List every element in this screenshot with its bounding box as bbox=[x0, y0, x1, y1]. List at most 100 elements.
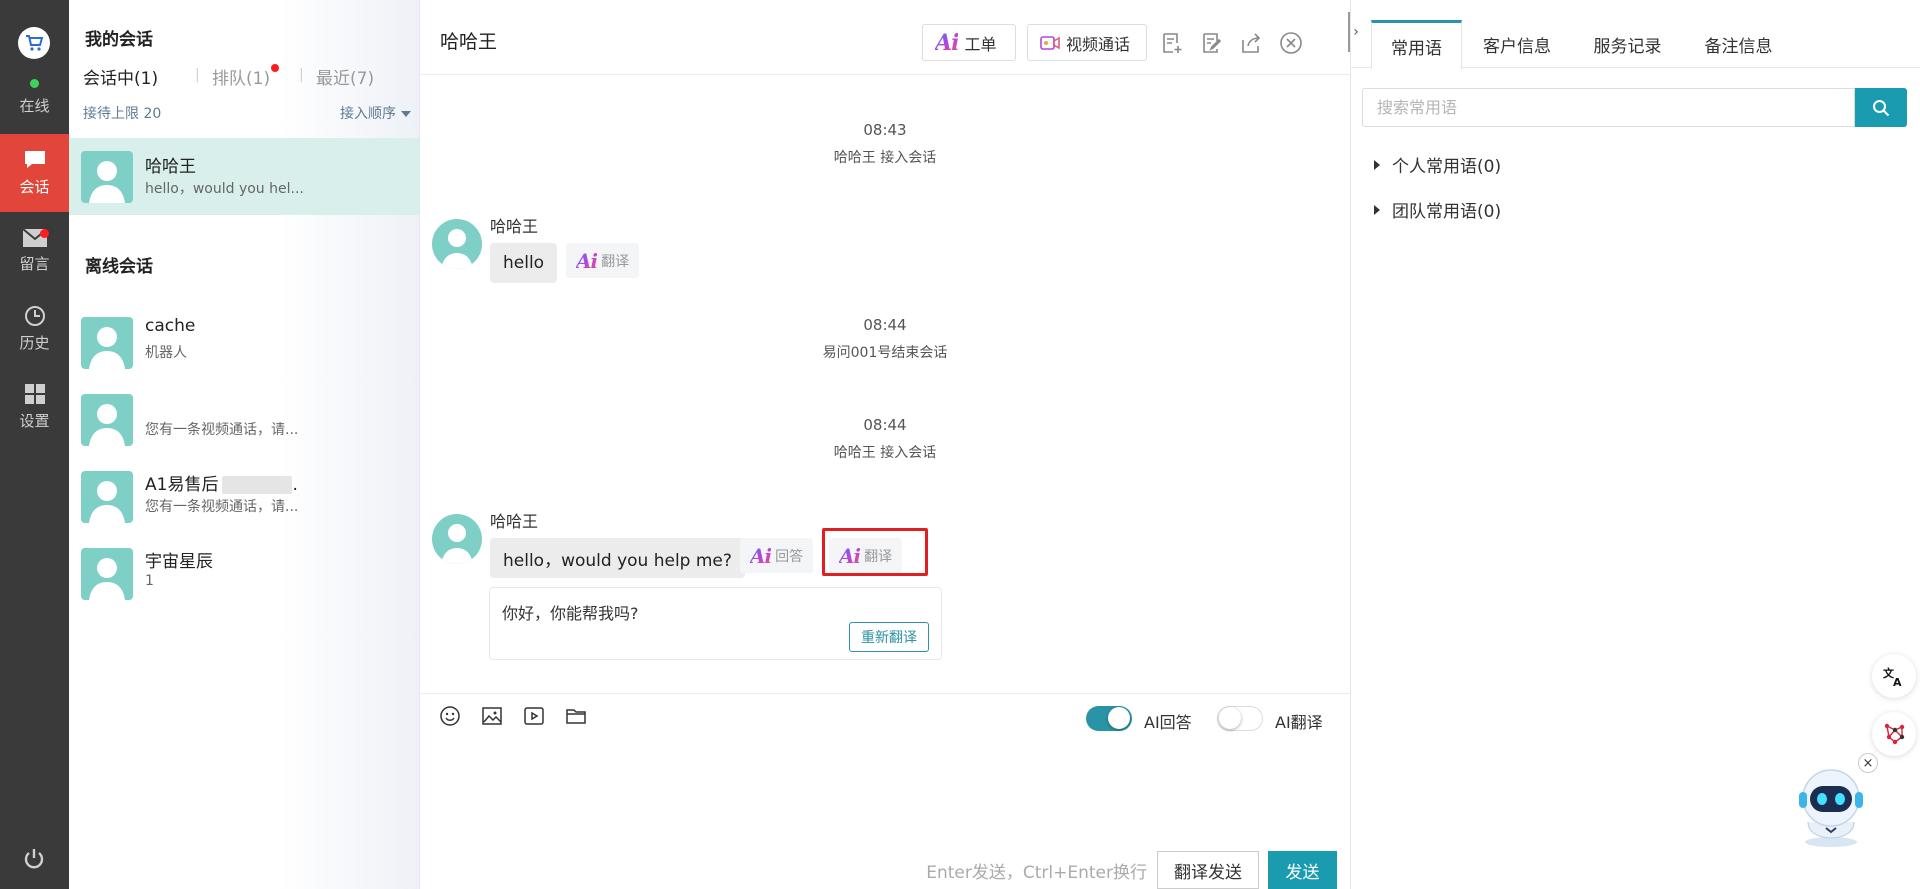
retranslate-button[interactable]: 重新翻译 bbox=[849, 622, 929, 652]
conversation-item-selected[interactable]: 哈哈王 hello，would you hel... bbox=[69, 138, 420, 215]
reception-limit-row: 接待上限 20 接入顺序 bbox=[83, 103, 411, 123]
app-window: 在线 会话 留言 历史 设置 我的会话 会话中(1) | 排队(1) | 最近(… bbox=[0, 0, 1920, 889]
highlight-annotation-box bbox=[822, 528, 928, 576]
system-message: 哈哈王 接入会话 bbox=[833, 445, 937, 461]
conversation-name-suffix: . bbox=[292, 475, 298, 495]
system-message: 哈哈王 接入会话 bbox=[833, 150, 937, 166]
network-float-icon[interactable] bbox=[1872, 712, 1916, 756]
message-bubble: hello bbox=[490, 243, 558, 283]
message-input[interactable] bbox=[436, 745, 1336, 835]
tree-item-personal-phrases[interactable]: 个人常用语(0) bbox=[1374, 152, 1501, 177]
customer-avatar bbox=[432, 514, 482, 564]
online-status-dot bbox=[30, 79, 39, 88]
tab-remarks[interactable]: 备注信息 bbox=[1683, 20, 1794, 68]
send-hint: Enter发送，Ctrl+Enter换行 bbox=[926, 863, 1147, 883]
offline-conversation-item[interactable]: 宇宙星辰 1 bbox=[69, 535, 420, 612]
conversation-preview: 您有一条视频通话，请... bbox=[145, 422, 299, 438]
translate-float-icon[interactable]: 文A bbox=[1872, 654, 1916, 698]
ai-translate-toggle[interactable] bbox=[1217, 706, 1263, 731]
close-robot-icon[interactable]: × bbox=[1858, 753, 1878, 773]
nav-item-label: 会话 bbox=[19, 178, 50, 196]
tab-service-records[interactable]: 服务记录 bbox=[1572, 20, 1683, 68]
nav-item-message[interactable]: 留言 bbox=[0, 212, 69, 290]
message-sender: 哈哈王 bbox=[490, 512, 539, 531]
translation-text: 你好，你能帮我吗? bbox=[502, 604, 639, 623]
emoji-icon[interactable] bbox=[438, 704, 462, 728]
shop-cart-logo-icon[interactable] bbox=[18, 27, 50, 59]
tab-customer-info[interactable]: 客户信息 bbox=[1462, 20, 1572, 68]
ai-ticket-label: 工单 bbox=[964, 34, 997, 54]
close-session-icon[interactable] bbox=[1278, 30, 1304, 56]
translation-result-box: 你好，你能帮我吗? 重新翻译 bbox=[489, 587, 942, 660]
conversation-name: 哈哈王 bbox=[145, 157, 196, 177]
offline-conversation-item[interactable]: 您有一条视频通话，请... bbox=[69, 381, 420, 458]
svg-text:A: A bbox=[1893, 676, 1902, 688]
user-avatar bbox=[81, 471, 133, 523]
offline-conversation-item[interactable]: A1易售后. 您有一条视频通话，请... bbox=[69, 458, 420, 535]
grid-icon bbox=[24, 384, 45, 404]
search-icon bbox=[1873, 99, 1890, 116]
conversation-preview: 您有一条视频通话，请... bbox=[145, 499, 299, 515]
sort-order-dropdown[interactable]: 接入顺序 bbox=[340, 103, 411, 123]
message-bubble: hello，would you help me? bbox=[490, 538, 745, 578]
online-status-label[interactable]: 在线 bbox=[0, 95, 69, 116]
video-call-button[interactable]: 视频通话 bbox=[1027, 24, 1147, 61]
image-icon[interactable] bbox=[480, 704, 504, 728]
edit-note-icon[interactable] bbox=[1199, 30, 1225, 56]
right-panel: › 常用语 客户信息 服务记录 备注信息 个人常用语(0) 团队常用语(0) bbox=[1348, 0, 1920, 889]
tree-item-team-phrases[interactable]: 团队常用语(0) bbox=[1374, 197, 1501, 222]
tab-recent[interactable]: 最近(7) bbox=[316, 64, 374, 89]
expand-triangle-icon bbox=[1374, 204, 1380, 215]
nav-item-label: 设置 bbox=[19, 412, 50, 430]
translate-send-button[interactable]: 翻译发送 bbox=[1157, 851, 1259, 889]
phrase-search-input[interactable] bbox=[1362, 88, 1855, 127]
conversation-name: cache bbox=[145, 316, 196, 336]
ai-ticket-button[interactable]: Ai 工单 bbox=[922, 24, 1016, 61]
ai-logo-icon: Ai bbox=[576, 248, 598, 273]
tab-queue[interactable]: 排队(1) bbox=[212, 64, 270, 89]
message-sender: 哈哈王 bbox=[490, 217, 539, 236]
ai-logo-icon: Ai bbox=[750, 543, 772, 568]
video-camera-icon bbox=[1040, 35, 1060, 50]
search-button[interactable] bbox=[1855, 88, 1907, 127]
toggle-knob bbox=[1219, 707, 1241, 729]
redacted-text bbox=[222, 476, 293, 494]
user-avatar bbox=[81, 151, 133, 203]
tab-common-phrases[interactable]: 常用语 bbox=[1371, 20, 1462, 69]
toggle-knob bbox=[1108, 707, 1130, 729]
nav-item-chat[interactable]: 会话 bbox=[0, 134, 69, 212]
ai-translate-toggle-label: AI翻译 bbox=[1275, 713, 1323, 732]
conversation-preview: 机器人 bbox=[145, 345, 187, 361]
conversation-tabs: 会话中(1) | 排队(1) | 最近(7) bbox=[83, 64, 413, 89]
chat-bubble-icon bbox=[24, 151, 45, 168]
user-avatar bbox=[81, 317, 133, 369]
caret-down-icon bbox=[401, 111, 411, 117]
ai-answer-button[interactable]: Ai 回答 bbox=[740, 538, 814, 573]
add-note-icon[interactable] bbox=[1159, 30, 1185, 56]
offline-conversation-item[interactable]: cache 机器人 bbox=[69, 304, 420, 381]
conversation-preview: hello，would you hel... bbox=[145, 181, 304, 197]
ai-logo-icon: Ai bbox=[935, 29, 959, 56]
queue-badge bbox=[271, 64, 279, 72]
folder-icon[interactable] bbox=[564, 704, 588, 728]
video-file-icon[interactable] bbox=[522, 704, 546, 728]
nav-item-label: 留言 bbox=[19, 255, 50, 273]
ai-translate-label: 翻译 bbox=[601, 253, 630, 270]
conversation-name-text: A1易售后 bbox=[145, 475, 219, 495]
expand-triangle-icon bbox=[1374, 159, 1380, 170]
power-icon[interactable] bbox=[20, 845, 48, 873]
tab-active-sessions[interactable]: 会话中(1) bbox=[83, 64, 158, 89]
conversation-name: 宇宙星辰 bbox=[145, 552, 213, 572]
transfer-share-icon[interactable] bbox=[1238, 30, 1264, 56]
robot-assistant-icon[interactable] bbox=[1786, 760, 1876, 850]
chat-title: 哈哈王 bbox=[440, 31, 498, 53]
ai-answer-toggle[interactable] bbox=[1086, 706, 1132, 731]
ai-translate-button[interactable]: Ai 翻译 bbox=[566, 243, 640, 278]
tree-item-label: 个人常用语(0) bbox=[1392, 157, 1502, 177]
nav-item-settings[interactable]: 设置 bbox=[0, 368, 69, 446]
conversation-name: A1易售后. bbox=[145, 470, 298, 495]
nav-item-history[interactable]: 历史 bbox=[0, 290, 69, 368]
send-button[interactable]: 发送 bbox=[1268, 851, 1337, 889]
unread-badge bbox=[40, 229, 49, 238]
user-avatar bbox=[81, 394, 133, 446]
